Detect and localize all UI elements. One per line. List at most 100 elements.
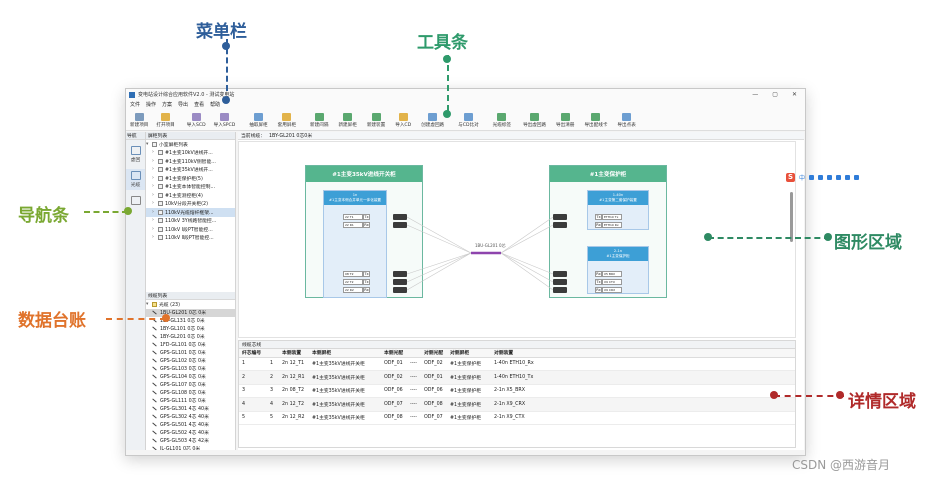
menu-file[interactable]: 文件: [130, 101, 140, 108]
right-odf-tag[interactable]: [553, 214, 567, 220]
ime-lang[interactable]: 中: [799, 173, 805, 182]
ime-keyboard-icon[interactable]: [827, 175, 833, 180]
tree-item[interactable]: › 110kV Ⅱ段PT智能控...: [146, 234, 235, 243]
vertical-scrollbar[interactable]: [790, 192, 793, 242]
tree-item[interactable]: › #1主变本体智能控制...: [146, 183, 235, 192]
toolbar-button-8[interactable]: 新建装置: [367, 113, 385, 128]
ime-mic-icon[interactable]: [818, 175, 824, 180]
left-port[interactable]: 22 R2 Rx: [343, 287, 370, 293]
toolbar-button-16[interactable]: 导出点表: [617, 113, 636, 128]
cable-list-item[interactable]: GPS-GL101 0芯 0米: [146, 349, 235, 357]
toolbar-button-11[interactable]: 与CD比对: [458, 113, 479, 128]
cable-list-item[interactable]: GPS-GL302 4芯 40米: [146, 413, 235, 421]
toolbar-button-2[interactable]: 导入SCD: [187, 113, 206, 128]
ime-settings-icon[interactable]: [854, 175, 860, 180]
menu-export[interactable]: 导出: [178, 101, 188, 108]
cable-line-icon: [152, 350, 157, 355]
ime-tools-icon[interactable]: [845, 175, 851, 180]
window-controls: — ▢ ✕: [752, 91, 805, 98]
cable-list-item[interactable]: GPS-GL103 0芯 0米: [146, 365, 235, 373]
right-odf-tag[interactable]: [553, 271, 567, 277]
tree-item[interactable]: › 110kV 3Y线路智能控...: [146, 217, 235, 226]
minimize-button[interactable]: —: [752, 91, 758, 98]
table-row[interactable]: 2 2 2n 12_R1 #1主变35kV进线开关柜 ODF_02 ---- ODF_01 #…: [239, 370, 795, 385]
table-row[interactable]: 3 3 2n 08_T2 #1主变35kV进线开关柜 ODF_06 ---- ODF_06 #…: [239, 384, 795, 398]
toolbar-button-6[interactable]: 新建间隔: [310, 113, 328, 128]
nav-item-virtual-loop[interactable]: 虚回: [126, 146, 145, 163]
left-odf-tag[interactable]: [393, 287, 407, 293]
cable-list-item[interactable]: GPS-GL111 0芯 0米: [146, 397, 235, 405]
left-port[interactable]: 22 T1 Tx: [343, 214, 370, 220]
toolbar-button-9[interactable]: 导入CD: [395, 113, 411, 128]
right-port[interactable]: Rx ETH10 Rx: [595, 222, 622, 228]
toolbar-button-13[interactable]: 导出虚回路: [523, 113, 546, 128]
right-port[interactable]: Rx X5 BRX: [595, 271, 622, 277]
table-row[interactable]: 1 1 2n 12_T1 #1主变35kV进线开关柜 ODF_01 ---- ODF_02 #…: [239, 357, 795, 371]
left-port[interactable]: 22 T2 Tx: [343, 279, 370, 285]
tree-item[interactable]: › #1主变110kV侧智能...: [146, 157, 235, 166]
right-odf-tag[interactable]: [553, 222, 567, 228]
cable-list-item[interactable]: GPS-GL301 4芯 40米: [146, 405, 235, 413]
tree-item[interactable]: › 10kV分段开关柜(2): [146, 200, 235, 209]
tree-item[interactable]: › #1主变35kV进线开...: [146, 166, 235, 175]
left-odf-tag[interactable]: [393, 214, 407, 220]
tree-item[interactable]: › 110kV光缆熔纤框架...: [146, 208, 235, 217]
left-odf-tag[interactable]: [393, 279, 407, 285]
left-port[interactable]: 22 R1 Rx: [343, 222, 370, 228]
cable-group-row[interactable]: ▾ 光缆 (23): [146, 300, 235, 309]
right-odf-tag[interactable]: [553, 287, 567, 293]
toolbar-button-10[interactable]: 创建虚回路: [421, 113, 444, 128]
toolbar-button-14[interactable]: 导出清册: [556, 113, 574, 128]
toolbar-button-15[interactable]: 导出配线卡: [584, 113, 607, 128]
menu-help[interactable]: 帮助: [210, 101, 220, 108]
cable-list-item[interactable]: JL-GL101 0芯 0米: [146, 445, 235, 450]
cable-list-item[interactable]: 1FD-GL101 0芯 0米: [146, 341, 235, 349]
cable-list-item[interactable]: 1BU-GL201 0芯 0米: [146, 308, 235, 317]
maximize-button[interactable]: ▢: [772, 91, 778, 98]
left-port[interactable]: 08 T2 Tx: [343, 271, 370, 277]
toolbar-button-0[interactable]: 新建项目: [130, 113, 148, 128]
menu-view[interactable]: 查看: [194, 101, 204, 108]
left-odf-tag[interactable]: [393, 271, 407, 277]
left-port-num: 08 T2: [343, 271, 363, 277]
right-port[interactable]: Tx X9 CTX: [595, 279, 622, 285]
cable-list-item[interactable]: GPS-GL107 0芯 0米: [146, 381, 235, 389]
nav-item-cable[interactable]: 光缆: [126, 169, 145, 190]
toolbar-button-3[interactable]: 导入SPCD: [214, 113, 235, 128]
table-row[interactable]: 5 5 2n 12_R2 #1主变35kV进线开关柜 ODF_08 ---- ODF_07 #…: [239, 411, 795, 425]
menu-plan[interactable]: 方案: [162, 101, 172, 108]
toolbar-button-12[interactable]: 光缆标签: [493, 113, 511, 128]
cable-list-item[interactable]: GPS-GL102 0芯 0米: [146, 357, 235, 365]
tree-item[interactable]: › #1主变保护柜(5): [146, 174, 235, 183]
ime-toolbar[interactable]: S 中: [786, 173, 860, 182]
right-port[interactable]: Tx ETH10 Tx: [595, 214, 622, 220]
cable-list-item[interactable]: GPS-GL503 4芯 42米: [146, 437, 235, 445]
ime-logo-icon[interactable]: S: [786, 173, 795, 182]
toolbar-button-1[interactable]: 打开项目: [156, 113, 175, 128]
detail-header-row: 纤芯编号 本侧装置 本侧屏柜 本侧光配 对侧光配 对侧屏柜 对侧装置: [239, 349, 795, 358]
left-odf-tag[interactable]: [393, 222, 407, 228]
table-row[interactable]: 4 4 2n 12_T2 #1主变35kV进线开关柜 ODF_07 ---- ODF_08 #…: [239, 397, 795, 412]
menu-operate[interactable]: 操作: [146, 101, 156, 108]
toolbar-button-4[interactable]: 抽取屏柜: [249, 113, 268, 128]
tree-item[interactable]: › 110kV Ⅰ段PT智能控...: [146, 225, 235, 234]
cable-list-item[interactable]: GPS-GL108 0芯 0米: [146, 389, 235, 397]
nav-item-document[interactable]: [126, 196, 145, 206]
toolbar-button-7[interactable]: 新建屏柜: [338, 113, 357, 128]
ime-punct-icon[interactable]: [809, 175, 815, 180]
cable-list-item[interactable]: GPS-GL502 4芯 40米: [146, 429, 235, 437]
ime-skin-icon[interactable]: [836, 175, 842, 180]
right-odf-tag[interactable]: [553, 279, 567, 285]
tree-item[interactable]: › #1主变10kV进线开...: [146, 149, 235, 158]
right-port[interactable]: Rx X9 CRX: [595, 287, 622, 293]
tree-item[interactable]: › #1主变测控柜(4): [146, 191, 235, 200]
cable-list-item[interactable]: 1BY-GL101 0芯 0米: [146, 325, 235, 333]
toolbar-button-5[interactable]: 套用屏柜: [278, 113, 296, 128]
graph-canvas[interactable]: #1主变35kV进线开关柜 1n #1主变本侧合并单元一体化装置 22 T1 Tx 2…: [238, 141, 796, 338]
table-cell: 2-1n X9_CTX: [491, 411, 795, 425]
cable-list-item[interactable]: 1BY-GL201 0芯 0米: [146, 333, 235, 341]
tree-root[interactable]: ▾ 小室屏柜列表: [146, 140, 235, 149]
cable-list-item[interactable]: GPS-GL501 4芯 40米: [146, 421, 235, 429]
cable-list-item[interactable]: GPS-GL104 0芯 0米: [146, 373, 235, 381]
close-button[interactable]: ✕: [792, 91, 797, 98]
